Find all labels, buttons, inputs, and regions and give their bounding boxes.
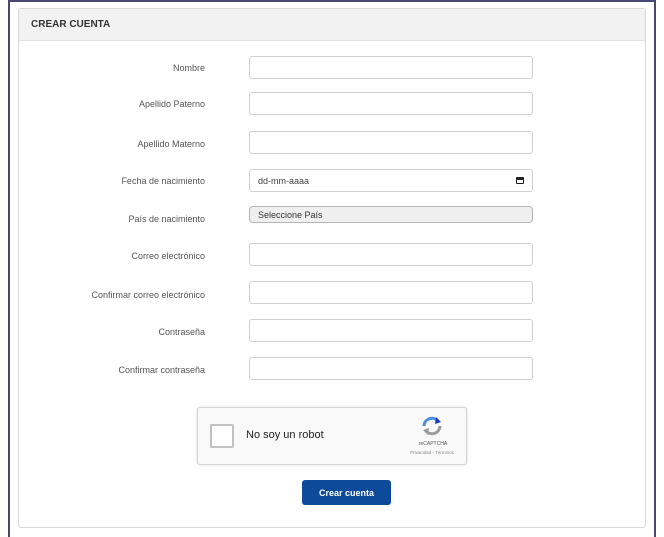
nombre-input[interactable] [249,56,533,79]
fecha-placeholder: dd-mm-aaaa [258,175,310,186]
apellido-paterno-input[interactable] [249,92,533,115]
recaptcha-icon [422,416,442,436]
recaptcha-widget: No soy un robot reCAPTCHA Privacidad - T… [197,407,467,465]
panel-title: CREAR CUENTA [31,19,111,30]
confirmar-correo-label: Confirmar correo electrónico [91,290,205,300]
apellido-paterno-label: Apellido Paterno [138,99,205,109]
panel-header: CREAR CUENTA [19,9,645,41]
confirmar-correo-input[interactable] [249,281,533,304]
confirmar-contrasena-input[interactable] [249,357,533,380]
fecha-nacimiento-input[interactable]: dd-mm-aaaa [249,169,533,192]
crear-cuenta-button[interactable]: Crear cuenta [302,480,391,505]
recaptcha-brand: reCAPTCHA [418,441,448,447]
recaptcha-label: No soy un robot [246,429,324,441]
calendar-icon[interactable] [516,177,524,184]
pais-select[interactable]: Seleccione País [249,206,533,223]
contrasena-label: Contraseña [158,327,205,337]
correo-label: Correo electrónico [131,251,205,261]
pais-nacimiento-label: País de nacimiento [128,214,205,224]
fecha-nacimiento-label: Fecha de nacimiento [121,176,205,186]
apellido-materno-label: Apellido Materno [137,139,205,149]
apellido-materno-input[interactable] [249,131,533,154]
correo-input[interactable] [249,243,533,266]
pais-selected-value: Seleccione País [258,209,323,220]
confirmar-contrasena-label: Confirmar contraseña [118,365,205,375]
nombre-label: Nombre [172,63,205,73]
recaptcha-checkbox[interactable] [210,424,234,448]
contrasena-input[interactable] [249,319,533,342]
create-account-panel: CREAR CUENTA Nombre Apellido Paterno Ape… [18,8,646,528]
recaptcha-links[interactable]: Privacidad - Términos [402,450,462,455]
